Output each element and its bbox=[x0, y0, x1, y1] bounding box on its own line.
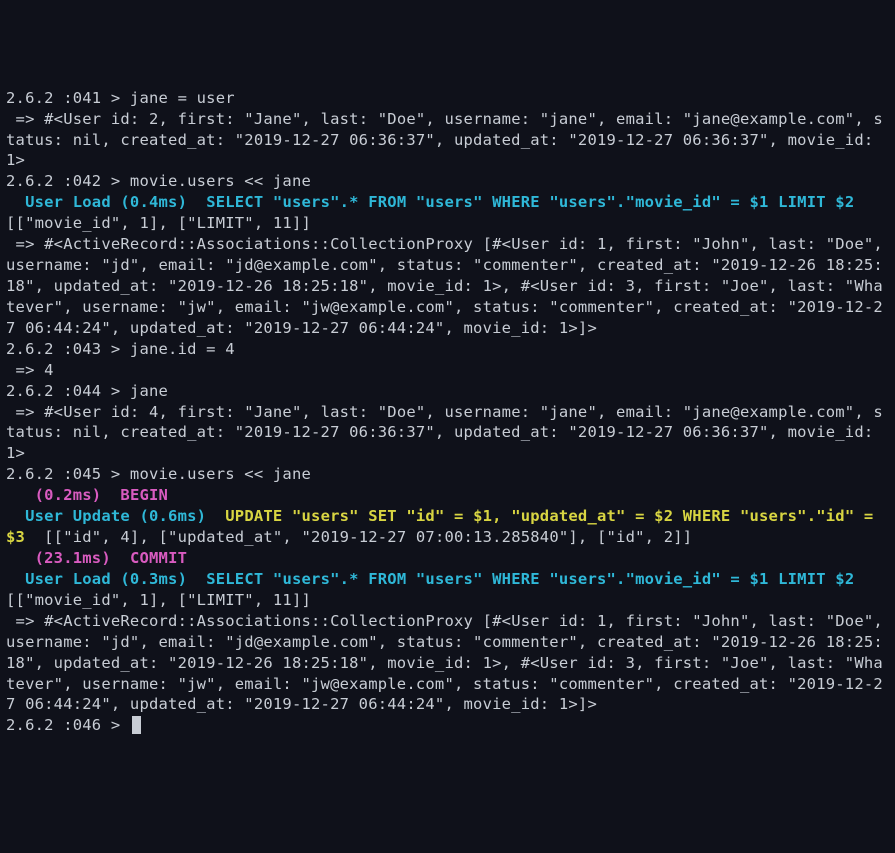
output-line: => #<User id: 2, first: "Jane", last: "D… bbox=[6, 110, 883, 170]
output-line: => #<User id: 4, first: "Jane", last: "D… bbox=[6, 403, 883, 463]
tx-commit: COMMIT bbox=[130, 549, 187, 567]
cursor-icon bbox=[132, 716, 141, 734]
prompt-line: 2.6.2 :044 > jane bbox=[6, 382, 168, 400]
output-line: => #<ActiveRecord::Associations::Collect… bbox=[6, 235, 893, 337]
sql-update-label: User Update (0.6ms) bbox=[6, 507, 225, 525]
sql-load-label: User Load (0.4ms) bbox=[6, 193, 206, 211]
output-line: => #<ActiveRecord::Associations::Collect… bbox=[6, 612, 893, 714]
prompt-line: 2.6.2 :045 > movie.users << jane bbox=[6, 465, 311, 483]
sql-query: SELECT "users".* FROM "users" WHERE "use… bbox=[206, 570, 854, 588]
sql-binds: [["id", 4], ["updated_at", "2019-12-27 0… bbox=[25, 528, 692, 546]
prompt-line: 2.6.2 :043 > jane.id = 4 bbox=[6, 340, 235, 358]
output-line: => 4 bbox=[6, 361, 54, 379]
tx-time: (23.1ms) bbox=[6, 549, 130, 567]
prompt-line: 2.6.2 :042 > movie.users << jane bbox=[6, 172, 311, 190]
prompt-line: 2.6.2 :041 > jane = user bbox=[6, 89, 235, 107]
sql-load-label: User Load (0.3ms) bbox=[6, 570, 206, 588]
prompt-line: 2.6.2 :046 > bbox=[6, 716, 130, 734]
terminal-output[interactable]: 2.6.2 :041 > jane = user => #<User id: 2… bbox=[6, 88, 889, 737]
tx-time: (0.2ms) bbox=[6, 486, 120, 504]
sql-query: SELECT "users".* FROM "users" WHERE "use… bbox=[206, 193, 854, 211]
tx-begin: BEGIN bbox=[120, 486, 168, 504]
